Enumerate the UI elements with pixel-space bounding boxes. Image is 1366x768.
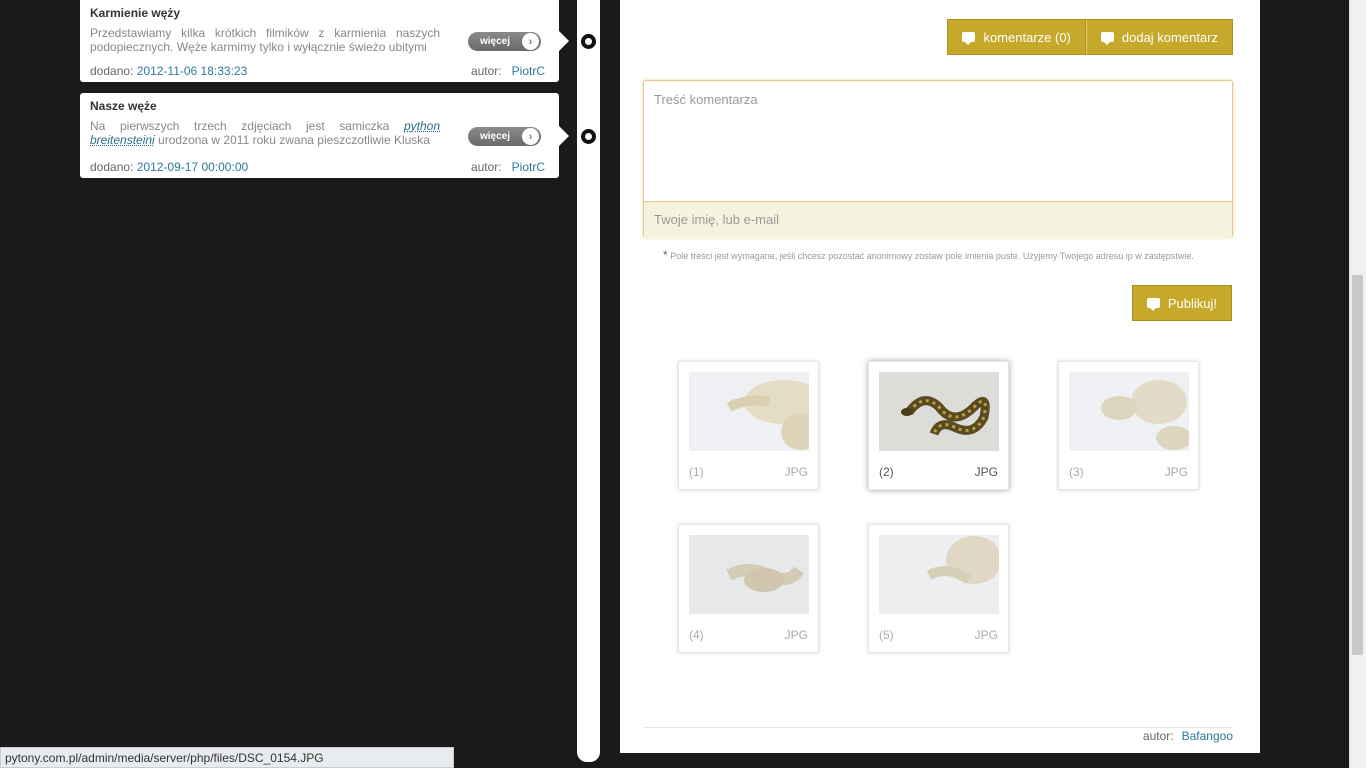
post-meta: dodano: 2012-11-06 18:33:23 autor: Piotr… [90,64,545,78]
snake-photo [689,372,809,451]
thumb-index: (1) [689,465,704,479]
footer-author: autor: Bafangoo [1143,729,1233,743]
post-detail-panel: komentarze (0) dodaj komentarz Treść kom… [620,0,1260,753]
excerpt-text: urodzona w 2011 roku zwana pieszczotliwi… [158,133,430,147]
form-note-text: Pole treści jest wymagane, jeśli chcesz … [670,251,1194,261]
post-meta: dodano: 2012-09-17 00:00:00 autor: Piotr… [90,160,545,174]
author-label: autor: [470,64,502,78]
publish-label: Publikuj! [1167,295,1217,311]
post-excerpt: Na pierwszych trzech zdjęciach jest sami… [90,119,440,147]
timeline-dot [581,129,596,144]
post-title[interactable]: Karmienie węży [90,6,549,20]
author-link[interactable]: PiotrC [512,64,545,78]
add-comment-button[interactable]: dodaj komentarz [1085,19,1233,55]
post-title[interactable]: Nasze węże [90,99,549,113]
thumb-index: (4) [689,628,704,642]
gallery-thumb[interactable]: (1) JPG [678,361,819,490]
gallery-thumb[interactable]: (4) JPG [678,524,819,653]
chevron-right-icon: › [522,33,539,50]
more-button[interactable]: więcej › [468,32,541,51]
comment-button-group: komentarze (0) dodaj komentarz [947,19,1233,55]
scrollbar[interactable] [1349,0,1366,768]
comments-count-button[interactable]: komentarze (0) [947,19,1086,55]
post-card-our-snakes: Nasze węże Na pierwszych trzech zdjęciac… [80,93,569,178]
card-pointer [559,126,569,146]
card-pointer [559,31,569,51]
gallery-thumb[interactable]: (3) JPG [1058,361,1199,490]
gallery-thumb[interactable]: (5) JPG [868,524,1009,653]
snake-photo [689,535,809,614]
timeline-bar [577,0,600,762]
publish-button[interactable]: Publikuj! [1131,285,1232,321]
thumb-index: (2) [879,465,894,479]
author-link[interactable]: PiotrC [512,160,545,174]
comment-text-field[interactable]: Treść komentarza [644,81,1232,202]
required-star: * [663,248,668,262]
added-date: 2012-11-06 18:33:23 [136,64,248,78]
more-button-label: więcej [480,131,511,142]
added-date: 2012-09-17 00:00:00 [136,160,249,174]
status-bar-url: pytony.com.pl/admin/media/server/php/fil… [0,747,454,768]
speech-bubbles-icon [1146,298,1160,311]
gallery-thumb[interactable]: (2) JPG [868,361,1009,490]
scrollbar-thumb[interactable] [1352,275,1363,655]
post-excerpt: Przedstawiamy kilka krótkich filmików z … [90,26,440,54]
added-label: dodano: [90,64,134,78]
speech-bubble-icon [1100,32,1114,45]
comments-count-label: komentarze (0) [983,29,1071,45]
form-note: * Pole treści jest wymagane, jeśli chces… [663,249,1223,262]
added-label: dodano: [90,160,134,174]
thumb-index: (5) [879,628,894,642]
chevron-right-icon: › [522,128,539,145]
thumb-ext: JPG [784,628,808,642]
author-label: autor: [1142,729,1174,743]
author-label: autor: [470,160,502,174]
speech-bubble-icon [962,32,976,45]
thumb-ext: JPG [974,465,998,479]
snake-photo [879,535,999,614]
snake-photo [879,372,999,451]
thumb-ext: JPG [1164,465,1188,479]
footer-divider [643,727,1233,728]
more-button-label: więcej [480,36,511,47]
comment-form: Treść komentarza Twoje imię, lub e-mail [643,80,1233,238]
excerpt-text: Na pierwszych trzech zdjęciach jest sami… [90,119,390,133]
timeline-dot [581,34,596,49]
thumb-ext: JPG [784,465,808,479]
comment-name-field[interactable]: Twoje imię, lub e-mail [644,202,1232,238]
add-comment-label: dodaj komentarz [1121,29,1218,45]
thumb-ext: JPG [974,628,998,642]
post-card-feeding: Karmienie węży Przedstawiamy kilka krótk… [80,0,569,82]
thumb-index: (3) [1069,465,1084,479]
snake-photo [1069,372,1189,451]
more-button[interactable]: więcej › [468,127,541,146]
author-link[interactable]: Bafangoo [1182,729,1233,743]
